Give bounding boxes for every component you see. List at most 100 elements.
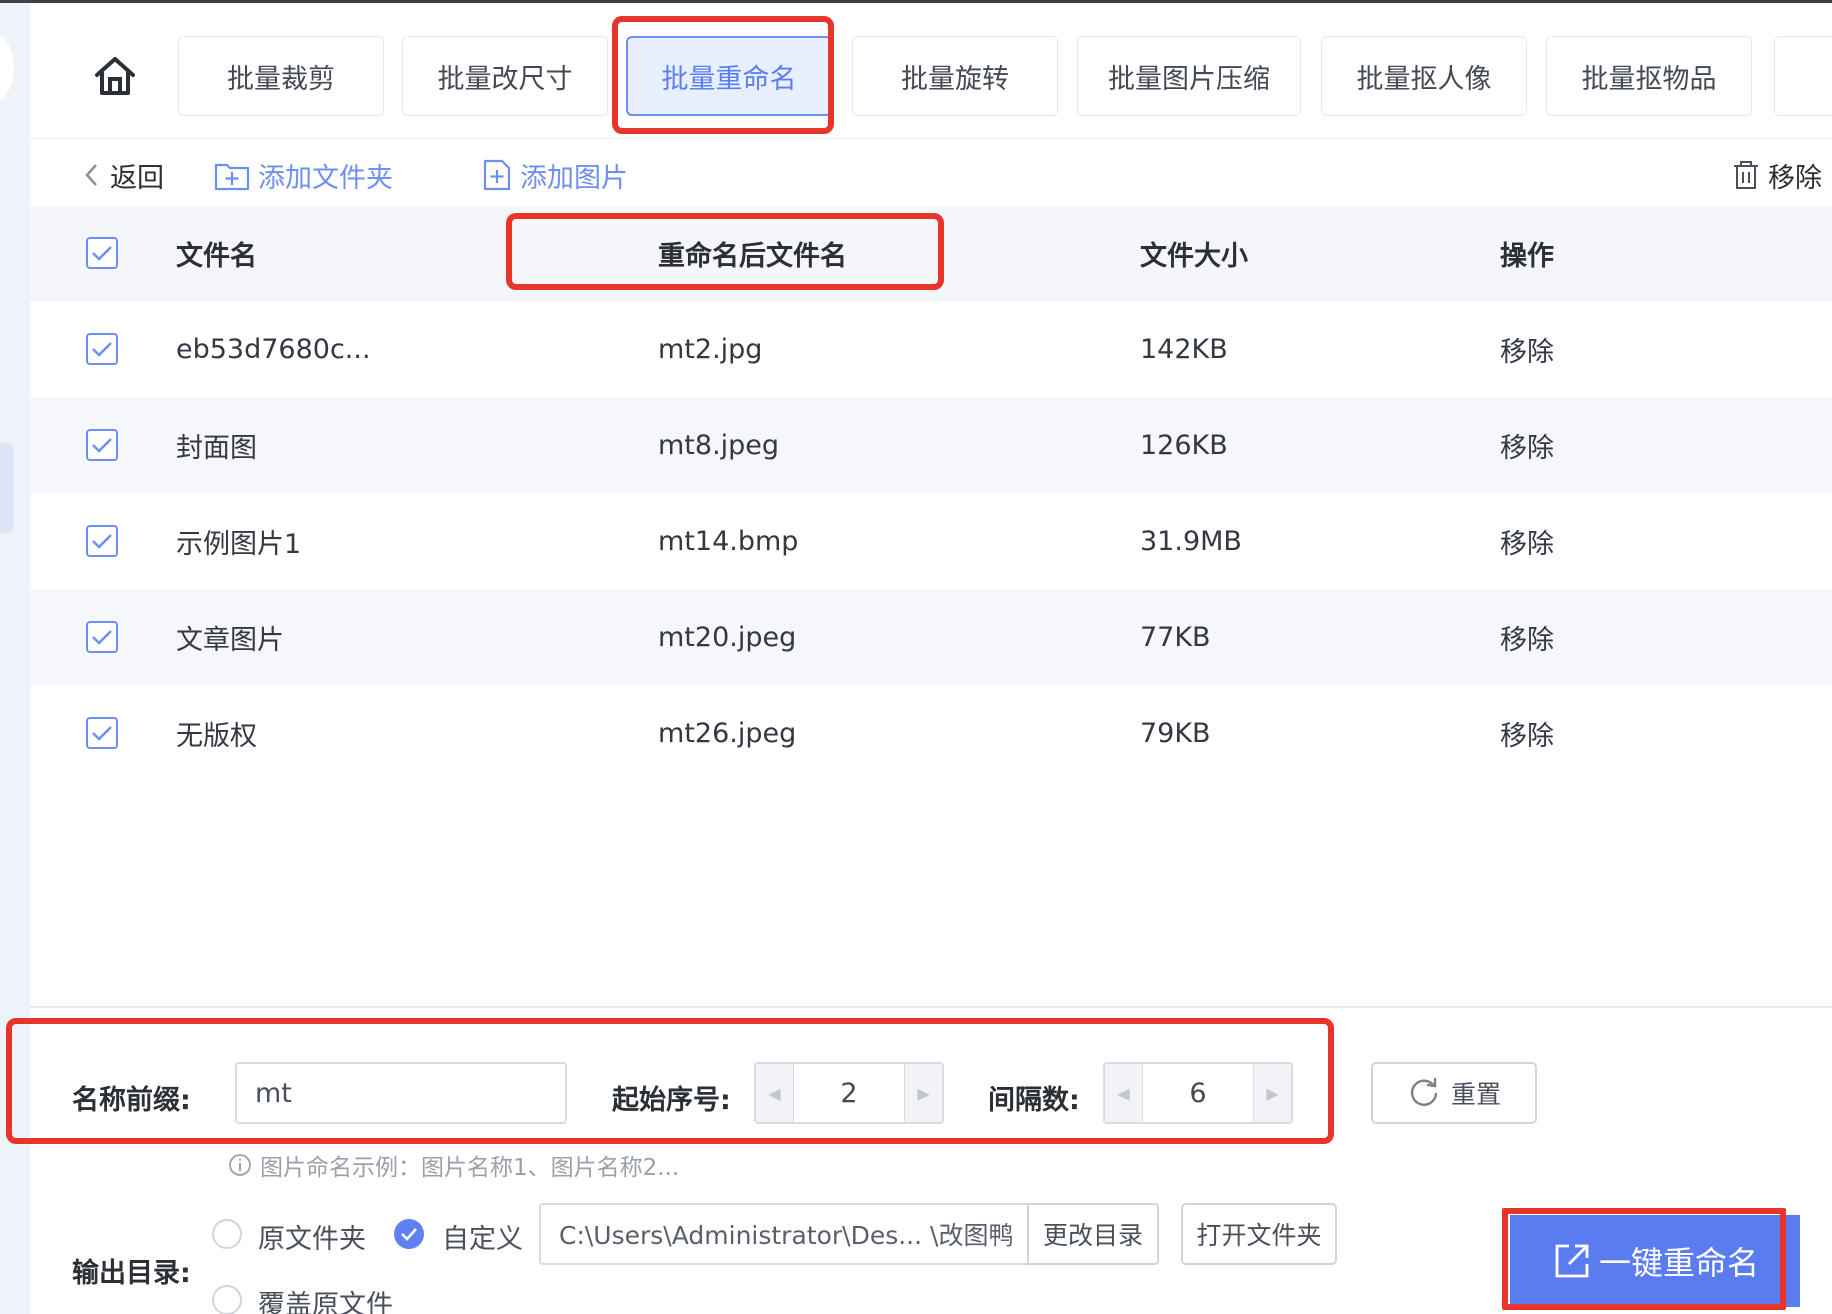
radio-original-folder-label[interactable]: 原文件夹: [258, 1217, 366, 1256]
change-dir-button[interactable]: 更改目录: [1027, 1203, 1159, 1265]
reset-button[interactable]: 重置: [1371, 1062, 1537, 1124]
remove-all-label: 移除: [1768, 162, 1822, 194]
info-icon: [229, 1154, 251, 1176]
table-row: 封面图 mt8.jpeg 126KB 移除: [30, 397, 1832, 493]
home-icon[interactable]: [88, 51, 142, 101]
external-link-icon: [1555, 1244, 1589, 1278]
table-row: eb53d7680c... mt2.jpg 142KB 移除: [30, 301, 1832, 397]
row-checkbox[interactable]: [86, 525, 118, 557]
tab-batch-cutout-portrait[interactable]: 批量抠人像: [1321, 36, 1527, 116]
select-all-checkbox[interactable]: [86, 237, 118, 269]
rename-all-label: 一键重命名: [1598, 1244, 1759, 1282]
sidebar-edge: [0, 33, 14, 103]
trash-icon: [1734, 161, 1758, 189]
reset-label: 重置: [1450, 1080, 1501, 1109]
table-row: 文章图片 mt20.jpeg 77KB 移除: [30, 589, 1832, 685]
tab-overflow[interactable]: [1774, 36, 1832, 116]
row-remove-button[interactable]: 移除: [1500, 397, 1554, 493]
interval-value[interactable]: 6: [1143, 1064, 1253, 1122]
tab-batch-rotate[interactable]: 批量旋转: [852, 36, 1058, 116]
file-plus-icon: [483, 159, 511, 191]
row-remove-button[interactable]: 移除: [1500, 301, 1554, 397]
start-number-stepper[interactable]: ◀ 2 ▶: [754, 1062, 944, 1124]
table-header: 文件名 重命名后文件名 文件大小 操作: [30, 206, 1832, 301]
left-sidebar-strip: [0, 3, 30, 1314]
header-size: 文件大小: [1140, 241, 1248, 272]
row-checkbox[interactable]: [86, 429, 118, 461]
tab-batch-crop[interactable]: 批量裁剪: [178, 36, 384, 116]
naming-hint-text: 图片命名示例：图片名称1、图片名称2...: [260, 1155, 680, 1181]
prefix-input[interactable]: [235, 1062, 567, 1124]
start-number-value[interactable]: 2: [794, 1064, 904, 1122]
cell-size: 77KB: [1140, 621, 1211, 653]
sidebar-scroll-handle[interactable]: [0, 443, 14, 533]
cell-filename: eb53d7680c...: [176, 333, 371, 365]
add-folder-label: 添加文件夹: [258, 162, 393, 194]
naming-hint: 图片命名示例：图片名称1、图片名称2...: [228, 1148, 679, 1182]
interval-stepper[interactable]: ◀ 6 ▶: [1103, 1062, 1293, 1124]
back-label: 返回: [110, 162, 164, 194]
header-filename: 文件名: [176, 241, 257, 272]
folder-plus-icon: [214, 163, 250, 191]
check-icon: [92, 438, 112, 453]
decrement-icon[interactable]: ◀: [756, 1064, 794, 1122]
tab-batch-compress[interactable]: 批量图片压缩: [1077, 36, 1301, 116]
row-remove-button[interactable]: 移除: [1500, 589, 1554, 685]
row-remove-button[interactable]: 移除: [1500, 685, 1554, 781]
tab-divider: [30, 138, 1832, 139]
cell-renamed: mt2.jpg: [658, 333, 763, 365]
chevron-left-icon: [85, 164, 97, 186]
cell-renamed: mt14.bmp: [658, 525, 799, 557]
interval-label: 间隔数:: [988, 1085, 1080, 1116]
header-action: 操作: [1500, 241, 1554, 272]
row-checkbox[interactable]: [86, 333, 118, 365]
check-icon: [92, 534, 112, 549]
prefix-label: 名称前缀:: [72, 1085, 191, 1116]
decrement-icon[interactable]: ◀: [1105, 1064, 1143, 1122]
back-button[interactable]: 返回: [82, 153, 164, 197]
cell-size: 79KB: [1140, 717, 1211, 749]
check-icon: [92, 246, 112, 261]
cell-renamed: mt20.jpeg: [658, 621, 797, 653]
table-row: 无版权 mt26.jpeg 79KB 移除: [30, 685, 1832, 781]
check-icon: [401, 1228, 417, 1241]
check-icon: [92, 630, 112, 645]
remove-all-button[interactable]: 移除: [1732, 153, 1822, 197]
rename-all-button[interactable]: 一键重命名: [1510, 1215, 1800, 1307]
add-image-label: 添加图片: [520, 162, 628, 194]
add-image-button[interactable]: 添加图片: [482, 153, 628, 197]
cell-renamed: mt26.jpeg: [658, 717, 797, 749]
row-remove-button[interactable]: 移除: [1500, 493, 1554, 589]
cell-filename: 示例图片1: [176, 528, 302, 560]
cell-filename: 文章图片: [176, 624, 284, 656]
output-dir-label: 输出目录:: [72, 1258, 191, 1289]
increment-icon[interactable]: ▶: [904, 1064, 942, 1122]
table-row: 示例图片1 mt14.bmp 31.9MB 移除: [30, 493, 1832, 589]
cell-size: 142KB: [1140, 333, 1228, 365]
cell-filename: 无版权: [176, 720, 257, 752]
refresh-icon: [1410, 1077, 1438, 1106]
row-checkbox[interactable]: [86, 717, 118, 749]
main-panel: 批量裁剪 批量改尺寸 批量重命名 批量旋转 批量图片压缩 批量抠人像 批量抠物品…: [30, 3, 1832, 1314]
cell-renamed: mt8.jpeg: [658, 429, 780, 461]
radio-overwrite[interactable]: [212, 1285, 242, 1314]
tab-batch-cutout-object[interactable]: 批量抠物品: [1546, 36, 1752, 116]
tab-batch-resize[interactable]: 批量改尺寸: [402, 36, 608, 116]
tab-batch-rename[interactable]: 批量重命名: [626, 36, 832, 116]
header-renamed: 重命名后文件名: [658, 241, 847, 272]
output-path-field[interactable]: C:\Users\Administrator\Des... \改图鸭: [539, 1203, 1027, 1265]
open-folder-button[interactable]: 打开文件夹: [1181, 1203, 1337, 1265]
cell-filename: 封面图: [176, 432, 257, 464]
add-folder-button[interactable]: 添加文件夹: [214, 153, 393, 197]
check-icon: [92, 726, 112, 741]
cell-size: 126KB: [1140, 429, 1228, 461]
row-checkbox[interactable]: [86, 621, 118, 653]
check-icon: [92, 342, 112, 357]
radio-original-folder[interactable]: [212, 1219, 242, 1249]
radio-overwrite-label[interactable]: 覆盖原文件: [258, 1283, 393, 1314]
increment-icon[interactable]: ▶: [1253, 1064, 1291, 1122]
radio-custom[interactable]: [394, 1219, 424, 1249]
cell-size: 31.9MB: [1140, 525, 1242, 557]
start-number-label: 起始序号:: [612, 1085, 731, 1116]
radio-custom-label[interactable]: 自定义: [442, 1217, 523, 1256]
